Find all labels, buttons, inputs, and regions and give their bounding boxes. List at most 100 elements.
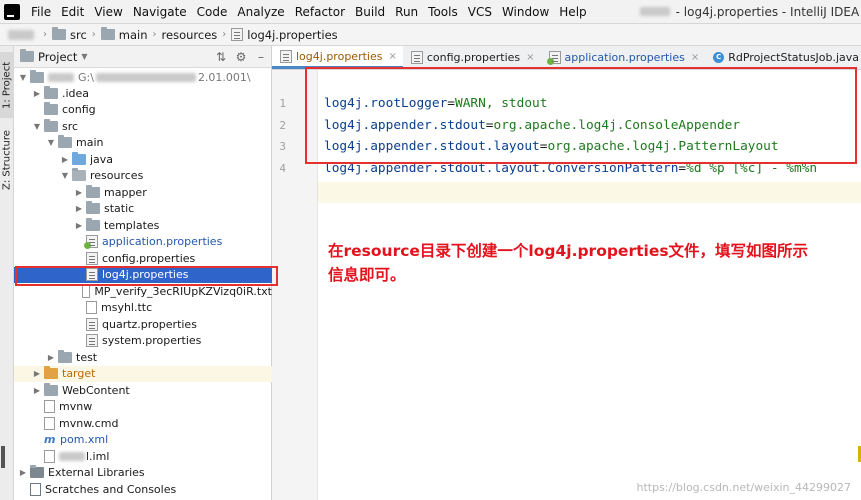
menu-run[interactable]: Run bbox=[390, 0, 423, 24]
tree-item-l-iml[interactable]: l.iml bbox=[14, 448, 272, 464]
tree-item-config[interactable]: config bbox=[14, 102, 272, 118]
tree-item-label: MP_verify_3ecRIUpKZVizq0iR.txt bbox=[94, 284, 272, 298]
chevron-down-icon[interactable]: ▼ bbox=[18, 73, 28, 82]
chevron-right-icon[interactable]: ▶ bbox=[32, 89, 42, 98]
breadcrumb-main[interactable]: main bbox=[100, 27, 148, 42]
close-icon[interactable]: × bbox=[691, 52, 699, 63]
folder-icon bbox=[58, 349, 72, 363]
menu-help[interactable]: Help bbox=[554, 0, 591, 24]
chevron-right-icon: › bbox=[43, 29, 47, 40]
tab-log4j-properties[interactable]: log4j.properties × bbox=[272, 46, 403, 69]
menu-navigate[interactable]: Navigate bbox=[128, 0, 192, 24]
tree-item-application-properties[interactable]: application.properties bbox=[14, 234, 272, 250]
project-root-row[interactable]: ▼ G:\ 2.01.001\ bbox=[14, 69, 272, 85]
tree-item-templates[interactable]: ▶ templates bbox=[14, 217, 272, 233]
tree-item-mvnw-cmd[interactable]: mvnw.cmd bbox=[14, 415, 272, 431]
folder-icon bbox=[72, 168, 86, 181]
breadcrumb-src[interactable]: src bbox=[52, 27, 87, 42]
tree-item-test[interactable]: ▶ test bbox=[14, 349, 272, 365]
line-number: 2 bbox=[279, 118, 286, 132]
code-line[interactable]: log4j.rootLogger=WARN, stdout bbox=[324, 93, 547, 114]
menu-edit[interactable]: Edit bbox=[56, 0, 89, 24]
folder-icon bbox=[72, 151, 86, 165]
tree-item-quartz-properties[interactable]: quartz.properties bbox=[14, 316, 272, 332]
chevron-down-icon[interactable]: ▼ bbox=[46, 138, 56, 147]
gear-icon[interactable]: ⚙ bbox=[231, 50, 251, 64]
tree-item-label: l.iml bbox=[86, 449, 110, 463]
chevron-right-icon[interactable]: ▶ bbox=[46, 353, 56, 362]
tree-item-resources[interactable]: ▼ resources bbox=[14, 168, 272, 184]
collapse-all-icon[interactable]: ⇅ bbox=[211, 50, 231, 64]
chevron-down-icon[interactable]: ▼ bbox=[60, 171, 70, 180]
tree-item-label: application.properties bbox=[102, 235, 223, 248]
tree-item-target[interactable]: ▶ target bbox=[14, 365, 272, 382]
java-class-icon: C bbox=[713, 52, 725, 63]
chevron-right-icon[interactable]: ▶ bbox=[74, 188, 84, 197]
text-file-icon bbox=[44, 400, 55, 413]
tree-item-label: config bbox=[62, 103, 96, 116]
project-panel-title[interactable]: Project bbox=[38, 50, 77, 64]
tree-item-msyhl-ttc[interactable]: msyhl.ttc bbox=[14, 300, 272, 316]
tree-item-src[interactable]: ▼ src bbox=[14, 118, 272, 134]
tree-item-scratches-and-consoles[interactable]: Scratches and Consoles bbox=[14, 481, 272, 497]
tree-item-main[interactable]: ▼ main bbox=[14, 135, 272, 151]
tree-item-label: quartz.properties bbox=[102, 317, 197, 331]
breadcrumb-resources[interactable]: resources bbox=[162, 28, 218, 42]
chevron-right-icon: › bbox=[91, 29, 96, 40]
menu-code[interactable]: Code bbox=[192, 0, 233, 24]
tool-tab-project[interactable]: 1: Project bbox=[0, 52, 14, 118]
menu-window[interactable]: Window bbox=[497, 0, 554, 24]
chevron-right-icon[interactable]: ▶ bbox=[32, 386, 42, 395]
intellij-logo-icon bbox=[4, 3, 20, 20]
library-icon bbox=[30, 465, 44, 478]
tree-item-label: mvnw bbox=[59, 400, 93, 413]
chevron-right-icon[interactable]: ▶ bbox=[74, 221, 84, 230]
folder-icon bbox=[44, 85, 58, 99]
menu-view[interactable]: View bbox=[89, 0, 127, 24]
menu-refactor[interactable]: Refactor bbox=[290, 0, 350, 24]
tree-item-idea[interactable]: ▶ .idea bbox=[14, 85, 272, 101]
code-line[interactable]: log4j.appender.stdout.layout=org.apache.… bbox=[324, 136, 779, 157]
property-value: org.apache.log4j.PatternLayout bbox=[547, 139, 779, 154]
code-line[interactable]: log4j.appender.stdout=org.apache.log4j.C… bbox=[324, 115, 740, 136]
tree-item-log4j-properties[interactable]: log4j.properties bbox=[14, 266, 272, 283]
menu-tools[interactable]: Tools bbox=[423, 0, 463, 24]
tree-item-external-libraries[interactable]: ▶ External Libraries bbox=[14, 465, 272, 481]
tree-item-config-properties[interactable]: config.properties bbox=[14, 250, 272, 266]
blurred-module-name bbox=[59, 451, 85, 461]
chevron-right-icon[interactable]: ▶ bbox=[18, 468, 28, 477]
tree-item-java[interactable]: ▶ java bbox=[14, 151, 272, 167]
folder-icon bbox=[86, 217, 100, 231]
chevron-down-icon[interactable]: ▼ bbox=[32, 122, 42, 131]
tab-application-properties[interactable]: application.properties × bbox=[541, 46, 706, 69]
hide-panel-icon[interactable]: – bbox=[251, 50, 271, 64]
chevron-right-icon[interactable]: ▶ bbox=[74, 204, 84, 213]
breadcrumb-log4j-properties[interactable]: log4j.properties bbox=[231, 28, 338, 42]
close-icon[interactable]: × bbox=[526, 52, 534, 63]
tab-config-properties[interactable]: config.properties × bbox=[403, 46, 541, 69]
tree-item-system-properties[interactable]: system.properties bbox=[14, 333, 272, 349]
chevron-down-icon[interactable]: ▼ bbox=[81, 52, 87, 61]
property-value: %d %p [%c] - %m%n bbox=[686, 160, 818, 176]
tree-item-static[interactable]: ▶ static bbox=[14, 201, 272, 217]
line-number: 4 bbox=[279, 161, 286, 175]
menu-bar: File Edit View Navigate Code Analyze Refactor B… bbox=[0, 0, 861, 24]
close-icon[interactable]: × bbox=[388, 51, 396, 62]
tree-item-mp-verify-3ecriupkzvizq0ir-txt[interactable]: MP_verify_3ecRIUpKZVizq0iR.txt bbox=[14, 283, 272, 299]
tree-item-mapper[interactable]: ▶ mapper bbox=[14, 184, 272, 200]
menu-build[interactable]: Build bbox=[350, 0, 390, 24]
tool-tab-structure[interactable]: Z: Structure bbox=[0, 124, 14, 196]
chevron-right-icon[interactable]: ▶ bbox=[60, 155, 70, 164]
menu-file[interactable]: File bbox=[26, 0, 56, 24]
maven-icon: m bbox=[44, 433, 56, 446]
tree-item-webcontent[interactable]: ▶ WebContent bbox=[14, 382, 272, 398]
scratch-icon bbox=[30, 482, 41, 496]
menu-analyze[interactable]: Analyze bbox=[232, 0, 289, 24]
chevron-right-icon[interactable]: ▶ bbox=[32, 369, 42, 378]
tab-rdprojectstatusjob-java[interactable]: CRdProjectStatusJob.java× bbox=[705, 46, 861, 69]
tree-item-mvnw[interactable]: mvnw bbox=[14, 399, 272, 415]
code-line[interactable]: log4j.appender.stdout.layout.ConversionP… bbox=[324, 158, 817, 179]
tree-item-pom-xml[interactable]: m pom.xml bbox=[14, 432, 272, 448]
tree-item-label: system.properties bbox=[102, 334, 202, 347]
menu-vcs[interactable]: VCS bbox=[463, 0, 497, 24]
